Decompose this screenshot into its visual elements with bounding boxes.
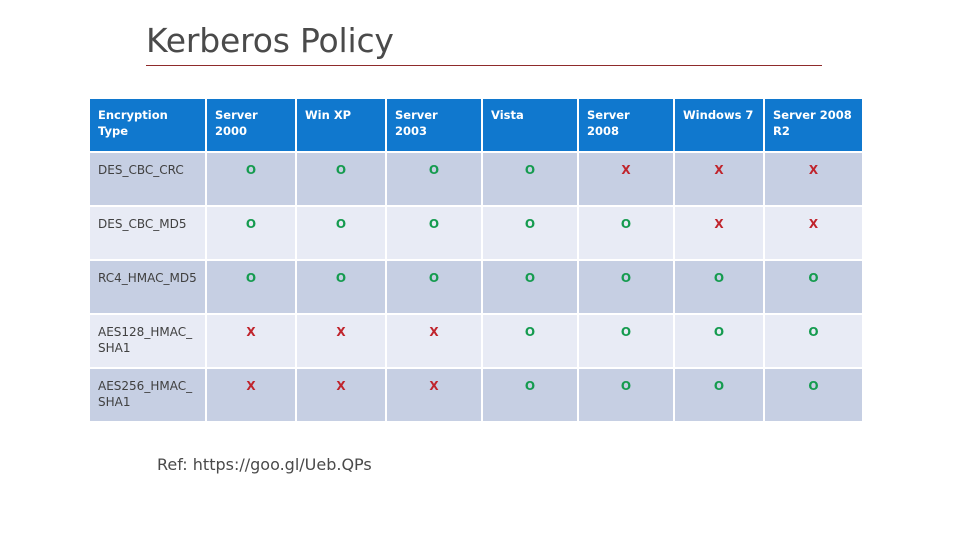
table-header-row: Encryption Type Server 2000 Win XP Serve… [90,99,862,151]
table-header: Encryption Type Server 2000 Win XP Serve… [90,99,862,151]
support-cell: O [387,153,481,205]
support-cell: X [579,153,673,205]
support-cell: O [483,261,577,313]
row-label: AES256_HMAC_SHA1 [90,369,205,421]
column-header-win-xp: Win XP [297,99,385,151]
support-cell: X [675,207,763,259]
support-cell: O [207,153,295,205]
row-label: RC4_HMAC_MD5 [90,261,205,313]
support-cell: O [297,153,385,205]
table-body: DES_CBC_CRC O O O O X X X DES_CBC_MD5 O … [90,153,862,421]
support-cell: X [765,207,862,259]
page-title: Kerberos Policy [146,21,394,60]
column-header-server-2008: Server 2008 [579,99,673,151]
support-cell: X [297,369,385,421]
support-cell: O [765,315,862,367]
reference-link[interactable]: Ref: https://goo.gl/Ueb.QPs [157,455,372,474]
table-row: AES128_HMAC_SHA1 X X X O O O O [90,315,862,367]
support-cell: X [387,315,481,367]
column-header-encryption-type: Encryption Type [90,99,205,151]
row-label: AES128_HMAC_SHA1 [90,315,205,367]
support-cell: O [483,369,577,421]
title-block: Kerberos Policy [146,21,822,66]
column-header-vista: Vista [483,99,577,151]
support-cell: O [483,153,577,205]
support-cell: O [579,207,673,259]
support-cell: X [207,369,295,421]
support-cell: O [675,369,763,421]
column-header-server-2003: Server 2003 [387,99,481,151]
support-cell: X [387,369,481,421]
title-divider [146,64,822,66]
row-label: DES_CBC_MD5 [90,207,205,259]
support-cell: X [675,153,763,205]
support-cell: O [297,261,385,313]
encryption-support-table: Encryption Type Server 2000 Win XP Serve… [88,97,864,423]
support-cell: O [765,369,862,421]
support-cell: O [207,207,295,259]
support-cell: O [579,369,673,421]
support-cell: O [675,315,763,367]
column-header-windows-7: Windows 7 [675,99,763,151]
support-cell: O [483,207,577,259]
table-row: DES_CBC_MD5 O O O O O X X [90,207,862,259]
support-cell: O [387,261,481,313]
column-header-server-2000: Server 2000 [207,99,295,151]
column-header-server-2008-r2: Server 2008 R2 [765,99,862,151]
support-cell: X [765,153,862,205]
table-row: DES_CBC_CRC O O O O X X X [90,153,862,205]
support-cell: O [483,315,577,367]
table-row: RC4_HMAC_MD5 O O O O O O O [90,261,862,313]
support-cell: O [297,207,385,259]
table-row: AES256_HMAC_SHA1 X X X O O O O [90,369,862,421]
row-label: DES_CBC_CRC [90,153,205,205]
support-cell: X [297,315,385,367]
support-cell: O [675,261,763,313]
support-cell: O [387,207,481,259]
support-cell: X [207,315,295,367]
support-cell: O [765,261,862,313]
support-cell: O [579,261,673,313]
slide-canvas: Kerberos Policy Encryption Type Server 2… [0,0,960,540]
support-cell: O [207,261,295,313]
support-cell: O [579,315,673,367]
